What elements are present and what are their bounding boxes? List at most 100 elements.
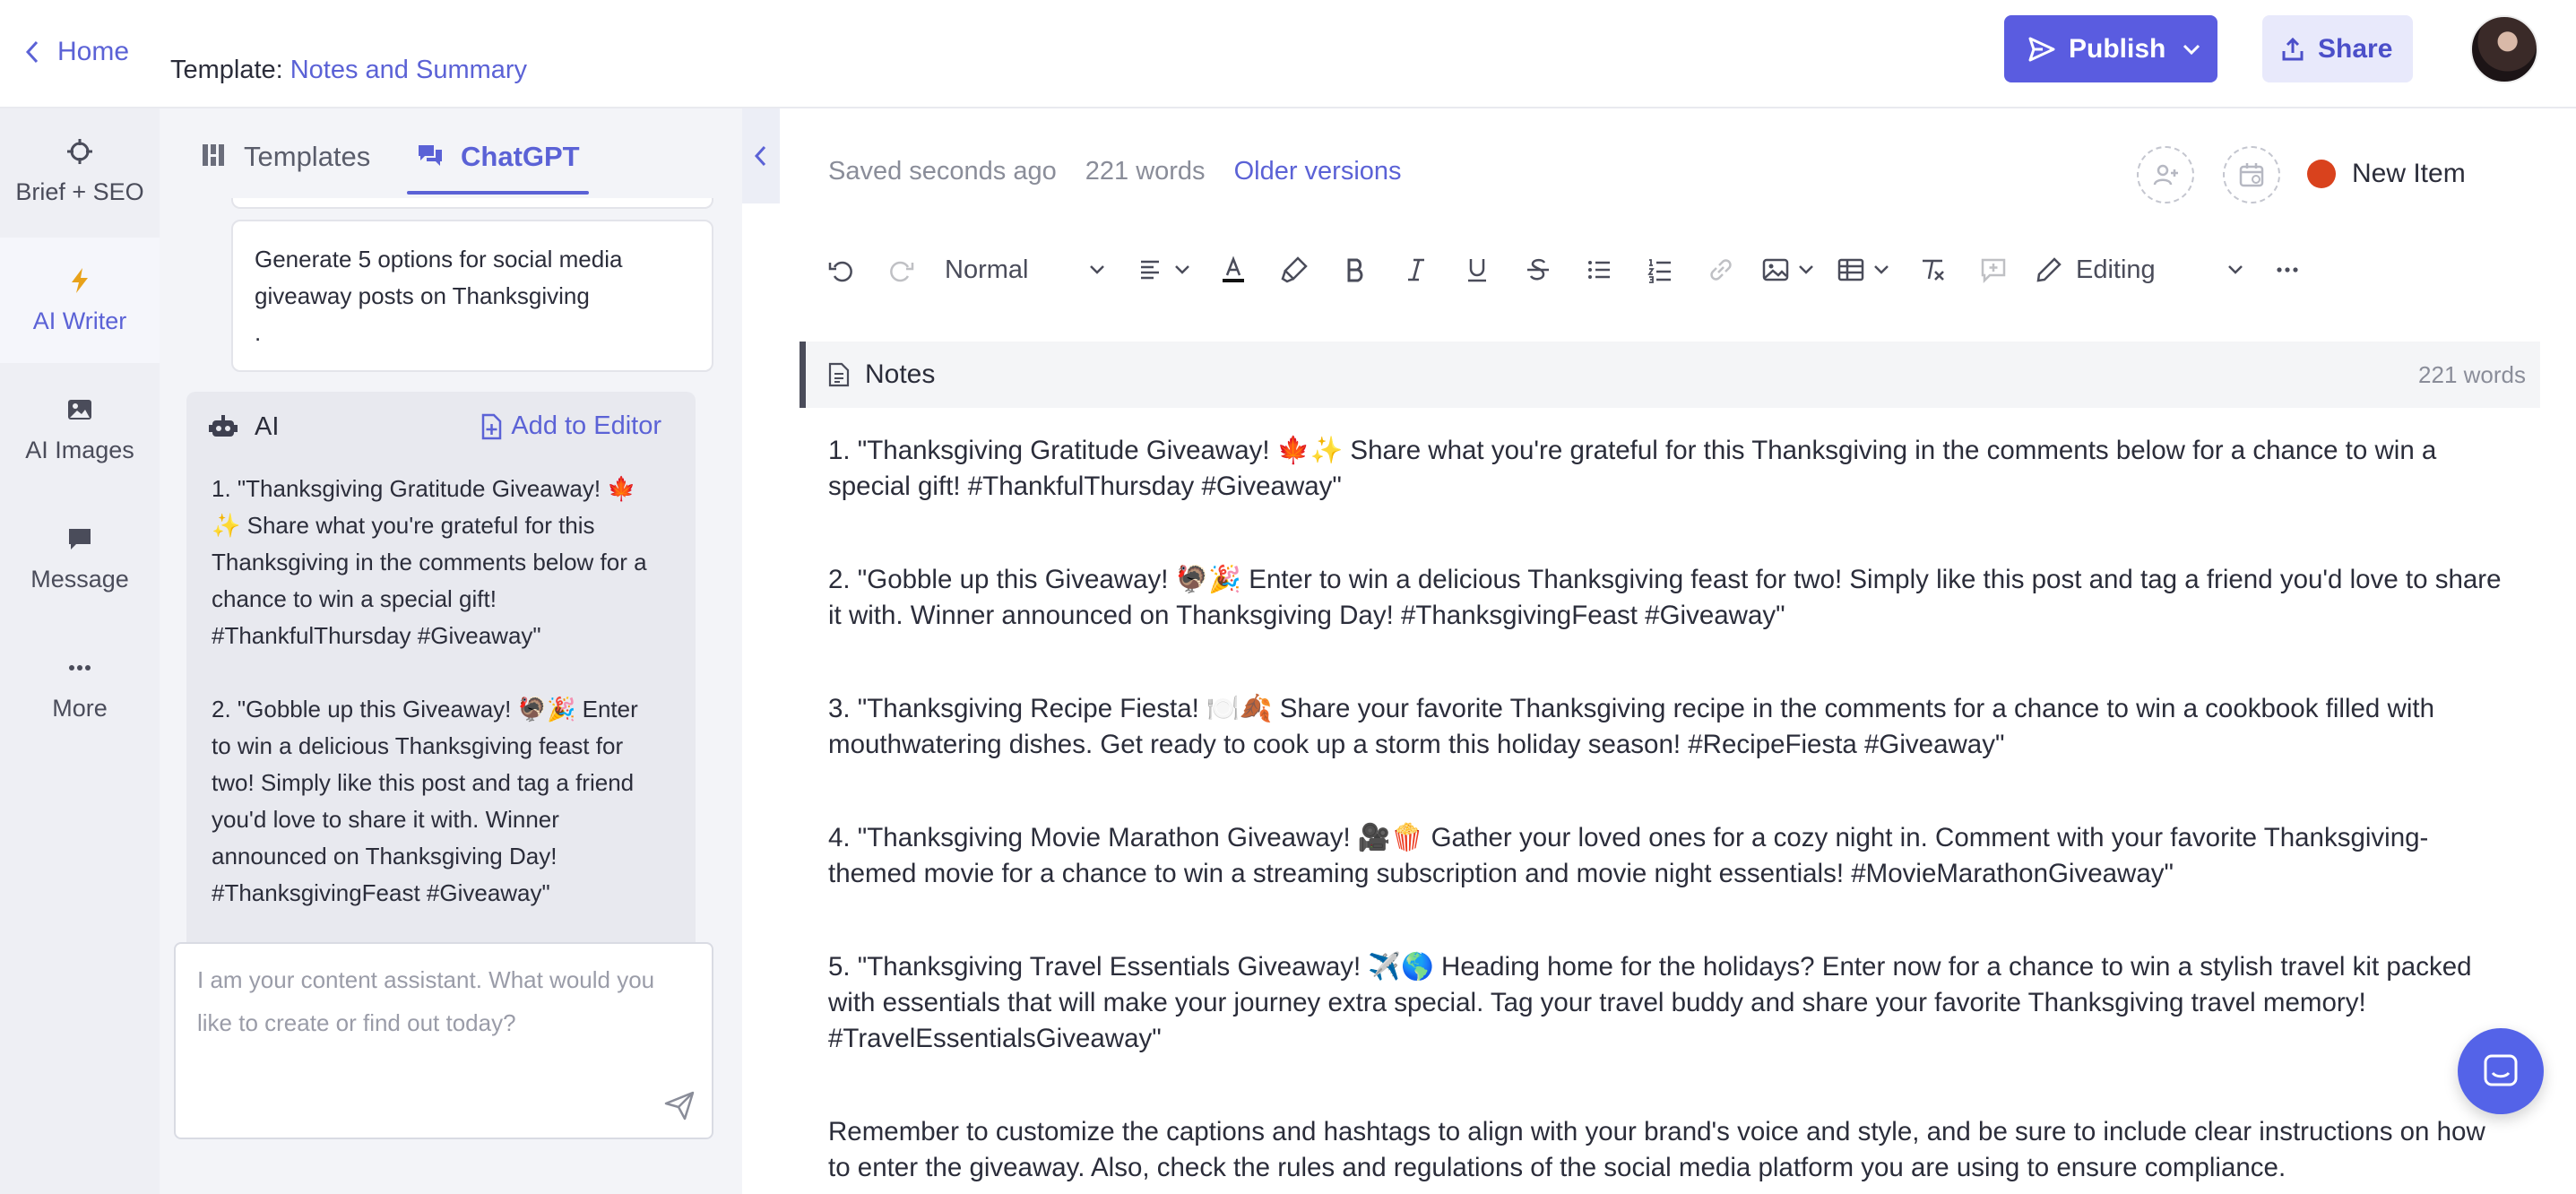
rail-item-ai-writer[interactable]: AI Writer	[0, 238, 160, 363]
highlight-button[interactable]	[1267, 243, 1321, 297]
item-status[interactable]: New Item	[2307, 159, 2466, 189]
document-body[interactable]: 1. "Thanksgiving Gratitude Giveaway! 🍁✨ …	[828, 433, 2513, 1194]
add-comment-button[interactable]	[1967, 243, 2020, 297]
lightning-icon	[72, 267, 88, 293]
chevron-down-icon	[2228, 265, 2243, 274]
chevron-down-icon	[1874, 265, 1889, 274]
chat-tabs: Templates ChatGPT	[160, 108, 742, 196]
tab-templates[interactable]: Templates	[199, 141, 370, 195]
clear-format-icon	[1923, 259, 1944, 281]
rail-label: Brief + SEO	[15, 177, 144, 205]
support-chat-button[interactable]	[2458, 1028, 2544, 1114]
send-message-icon[interactable]	[663, 1089, 696, 1121]
ai-label: AI	[255, 411, 280, 441]
chevron-down-icon[interactable]	[2180, 38, 2203, 61]
chevron-left-icon	[25, 40, 39, 64]
user-message-text: Generate 5 options for social media give…	[255, 246, 623, 346]
crosshair-icon	[67, 138, 92, 164]
send-icon	[2028, 37, 2055, 61]
document-icon	[828, 362, 850, 387]
redo-button[interactable]	[875, 243, 929, 297]
align-button[interactable]	[1131, 243, 1199, 297]
document-status-row: Saved seconds ago 221 words Older versio…	[828, 157, 1431, 186]
clear-formatting-button[interactable]	[1906, 243, 1959, 297]
chat-panel: Templates ChatGPT Generate 5 options for…	[160, 108, 742, 1194]
word-count: 221 words	[1085, 157, 1206, 186]
share-button[interactable]: Share	[2262, 15, 2413, 82]
text-color-button[interactable]	[1206, 243, 1260, 297]
more-dots-icon	[2277, 267, 2298, 273]
notes-section-header[interactable]: Notes 221 words	[800, 342, 2540, 408]
table-icon	[1837, 258, 1864, 281]
add-to-editor-button[interactable]: Add to Editor	[479, 411, 661, 441]
more-options-button[interactable]	[2260, 243, 2314, 297]
chat-support-icon	[2484, 1054, 2518, 1086]
templates-grid-icon	[203, 144, 224, 166]
redo-icon	[890, 261, 914, 282]
saved-status: Saved seconds ago	[828, 157, 1057, 186]
rail-item-brief-seo[interactable]: Brief + SEO	[0, 108, 160, 234]
formatting-toolbar: Normal Editing	[814, 234, 2553, 306]
ai-paragraph: 1. "Thanksgiving Gratitude Giveaway! 🍁✨ …	[212, 475, 647, 649]
undo-button[interactable]	[814, 243, 868, 297]
publish-label: Publish	[2069, 33, 2166, 64]
ai-response-header: AI	[208, 411, 279, 442]
numbered-list-button[interactable]	[1633, 243, 1687, 297]
rail-item-more[interactable]: More	[0, 625, 160, 750]
older-versions-link[interactable]: Older versions	[1234, 157, 1402, 186]
strikethrough-icon	[1527, 258, 1549, 281]
rail-item-ai-images[interactable]: AI Images	[0, 367, 160, 492]
bullet-list-icon	[1588, 261, 1610, 279]
rail-item-message[interactable]: Message	[0, 496, 160, 621]
doc-paragraph: 3. "Thanksgiving Recipe Fiesta! 🍽️🍂 Shar…	[828, 694, 2434, 759]
chat-input[interactable]	[176, 944, 712, 1138]
upload-icon	[2282, 37, 2304, 60]
user-avatar[interactable]	[2470, 15, 2538, 83]
text-style-value: Normal	[945, 255, 1029, 284]
more-dots-icon	[69, 664, 91, 671]
italic-button[interactable]	[1389, 243, 1443, 297]
notes-word-count: 221 words	[2418, 360, 2526, 388]
strikethrough-button[interactable]	[1511, 243, 1565, 297]
notes-title-label: Notes	[865, 359, 936, 389]
chat-icon	[419, 145, 442, 166]
image-icon	[68, 399, 91, 420]
text-color-icon	[1223, 255, 1244, 282]
doc-paragraph: 1. "Thanksgiving Gratitude Giveaway! 🍁✨ …	[828, 436, 2437, 501]
insert-image-button[interactable]	[1755, 243, 1823, 297]
comment-add-icon	[1981, 258, 2006, 284]
editor: Saved seconds ago 221 words Older versio…	[780, 108, 2576, 1194]
set-due-date-button[interactable]	[2223, 146, 2280, 203]
collapse-panel-button[interactable]	[742, 108, 780, 203]
publish-button[interactable]: Publish	[2004, 15, 2217, 82]
chevron-down-icon	[1799, 265, 1813, 274]
ai-paragraph: 2. "Gobble up this Giveaway! 🦃🎉 Enter to…	[212, 696, 638, 906]
chat-input-box	[174, 942, 713, 1139]
link-button[interactable]	[1694, 243, 1748, 297]
image-icon	[1762, 258, 1789, 281]
bold-button[interactable]	[1328, 243, 1382, 297]
doc-paragraph: Remember to customize the captions and h…	[828, 1117, 2485, 1182]
tab-templates-label: Templates	[244, 141, 371, 172]
template-name-link[interactable]: Notes and Summary	[290, 56, 527, 84]
assign-user-button[interactable]	[2137, 146, 2194, 203]
bullet-list-button[interactable]	[1572, 243, 1626, 297]
status-dot	[2307, 160, 2336, 188]
rail-label: Message	[30, 565, 129, 593]
calendar-icon	[2239, 163, 2264, 187]
align-left-icon	[1141, 260, 1159, 280]
robot-icon	[209, 415, 238, 437]
underline-button[interactable]	[1450, 243, 1504, 297]
top-bar: Home Template: Notes and Summary Publish …	[0, 0, 2576, 108]
share-label: Share	[2318, 33, 2393, 64]
underline-icon	[1468, 259, 1486, 282]
text-style-select[interactable]: Normal	[936, 243, 1115, 297]
home-link[interactable]: Home	[22, 32, 129, 72]
tab-chatgpt[interactable]: ChatGPT	[407, 141, 589, 195]
rail-label: AI Images	[25, 436, 134, 463]
insert-table-button[interactable]	[1830, 243, 1898, 297]
chevron-down-icon	[1175, 265, 1189, 274]
editing-mode-select[interactable]: Editing	[2027, 243, 2253, 297]
chevron-down-icon	[1090, 265, 1104, 274]
add-user-icon	[2153, 164, 2178, 186]
